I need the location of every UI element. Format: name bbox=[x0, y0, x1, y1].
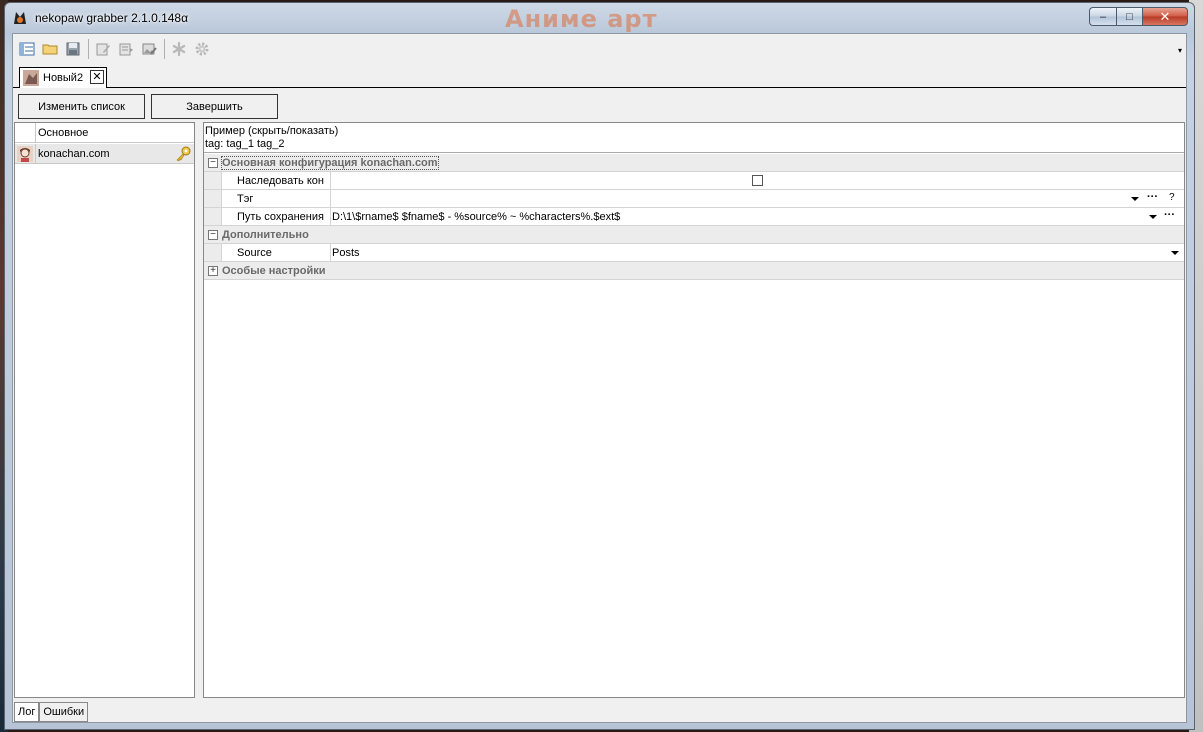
asterisk-icon bbox=[172, 41, 186, 57]
key-icon[interactable] bbox=[174, 146, 192, 162]
property-save-path[interactable]: Путь сохранения D:\1\$rname$ $fname$ - %… bbox=[204, 208, 1184, 226]
edit-list-button[interactable] bbox=[116, 39, 136, 59]
tag-input[interactable]: ··· ? bbox=[331, 190, 1184, 207]
category-special[interactable]: + Особые настройки bbox=[204, 262, 1184, 280]
category-main-config[interactable]: − Основная конфигурация konachan.com bbox=[204, 154, 1184, 172]
expand-icon[interactable]: + bbox=[208, 265, 218, 276]
image-edit-button[interactable] bbox=[139, 39, 159, 59]
edit-list-icon bbox=[119, 43, 133, 56]
save-button[interactable] bbox=[63, 39, 83, 59]
tab-label: Новый2 bbox=[43, 72, 84, 84]
toolbar: ▾ bbox=[13, 34, 1186, 64]
property-tag[interactable]: Тэг ··· ? bbox=[204, 190, 1184, 208]
save-icon bbox=[66, 42, 80, 56]
property-grid: − Основная конфигурация konachan.com Нас… bbox=[204, 154, 1184, 280]
edit-list-action-button[interactable]: Изменить список bbox=[18, 94, 145, 119]
list-item-label: konachan.com bbox=[38, 147, 110, 160]
resource-list-header[interactable]: Основное bbox=[15, 123, 194, 143]
title-watermark: Аниме арт bbox=[505, 5, 658, 33]
property-inherit[interactable]: Наследовать кон bbox=[204, 172, 1184, 190]
category-label: Особые настройки bbox=[222, 264, 326, 277]
category-extra[interactable]: − Дополнительно bbox=[204, 226, 1184, 244]
close-button[interactable]: ✕ bbox=[1142, 7, 1188, 26]
row-gutter bbox=[204, 244, 222, 261]
open-folder-icon bbox=[42, 44, 58, 55]
save-path-value: D:\1\$rname$ $fname$ - %source% ~ %chara… bbox=[332, 210, 621, 223]
edit-icon bbox=[96, 43, 110, 56]
close-icon: ✕ bbox=[1159, 8, 1171, 24]
save-path-input[interactable]: D:\1\$rname$ $fname$ - %source% ~ %chara… bbox=[331, 208, 1184, 225]
maximize-button[interactable]: □ bbox=[1116, 7, 1142, 26]
tab-novyi2[interactable]: Новый2 ✕ bbox=[19, 67, 107, 88]
row-gutter bbox=[15, 144, 36, 163]
row-gutter bbox=[204, 172, 222, 189]
window-controls: – □ ✕ bbox=[1089, 7, 1188, 26]
image-edit-icon bbox=[142, 43, 157, 55]
chevron-down-icon[interactable] bbox=[1171, 251, 1179, 255]
settings-panel: Пример (скрыть/показать) tag: tag_1 tag_… bbox=[203, 122, 1185, 698]
finish-button[interactable]: Завершить bbox=[151, 94, 278, 119]
chevron-down-icon[interactable] bbox=[1149, 215, 1157, 219]
category-label: Дополнительно bbox=[222, 228, 309, 241]
source-select[interactable]: Posts bbox=[331, 244, 1184, 261]
example-box[interactable]: Пример (скрыть/показать) tag: tag_1 tag_… bbox=[204, 123, 1184, 153]
row-gutter bbox=[15, 123, 36, 142]
example-toggle-label[interactable]: Пример (скрыть/показать) bbox=[205, 125, 1183, 138]
property-name: Source bbox=[222, 244, 331, 261]
client-area: ▾ Новый2 ✕ Изменить список Завершить Осн… bbox=[12, 33, 1187, 723]
minimize-icon: – bbox=[1099, 10, 1107, 23]
property-value[interactable] bbox=[331, 172, 1184, 189]
source-value: Posts bbox=[332, 246, 360, 259]
open-button[interactable] bbox=[40, 39, 60, 59]
property-name: Наследовать кон bbox=[222, 172, 331, 189]
property-name: Тэг bbox=[222, 190, 331, 207]
ellipsis-button[interactable]: ··· bbox=[1147, 191, 1158, 203]
help-button[interactable]: ? bbox=[1169, 192, 1175, 203]
maximize-icon: □ bbox=[1126, 10, 1133, 23]
resource-list-header-label: Основное bbox=[38, 126, 89, 139]
window-title: nekopaw grabber 2.1.0.148α bbox=[35, 11, 189, 25]
app-logo-icon bbox=[14, 12, 26, 24]
bottom-tabstrip: Лог Ошибки bbox=[14, 702, 89, 722]
resource-list: Основное konachan.com bbox=[14, 122, 195, 698]
list-thumbnail-icon bbox=[23, 70, 39, 86]
new-list-button[interactable] bbox=[17, 39, 37, 59]
gear-icon bbox=[195, 42, 209, 56]
example-text: tag: tag_1 tag_2 bbox=[205, 138, 285, 150]
toolbar-overflow-icon[interactable]: ▾ bbox=[1178, 46, 1182, 55]
list-item[interactable]: konachan.com bbox=[15, 144, 194, 164]
property-name: Путь сохранения bbox=[222, 208, 331, 225]
category-label: Основная конфигурация konachan.com bbox=[221, 155, 439, 170]
property-source[interactable]: Source Posts bbox=[204, 244, 1184, 262]
new-list-icon bbox=[19, 42, 35, 56]
toolbar-separator bbox=[164, 39, 165, 59]
edit-button[interactable] bbox=[93, 39, 113, 59]
collapse-icon[interactable]: − bbox=[208, 229, 218, 240]
chevron-down-icon[interactable] bbox=[1131, 197, 1139, 201]
site-avatar-icon bbox=[17, 145, 33, 162]
asterisk-button[interactable] bbox=[169, 39, 189, 59]
app-window: nekopaw grabber 2.1.0.148α Аниме арт – □… bbox=[4, 2, 1195, 730]
inherit-checkbox[interactable] bbox=[752, 175, 763, 186]
collapse-icon[interactable]: − bbox=[208, 157, 218, 168]
tab-log[interactable]: Лог bbox=[14, 702, 40, 722]
ellipsis-button[interactable]: ··· bbox=[1164, 209, 1175, 221]
document-tabstrip: Новый2 ✕ bbox=[13, 64, 1186, 88]
tab-errors[interactable]: Ошибки bbox=[39, 702, 89, 722]
tab-close-icon[interactable]: ✕ bbox=[90, 70, 104, 84]
row-gutter bbox=[204, 190, 222, 207]
row-gutter bbox=[204, 208, 222, 225]
minimize-button[interactable]: – bbox=[1089, 7, 1116, 26]
title-bar[interactable]: nekopaw grabber 2.1.0.148α Аниме арт – □… bbox=[5, 3, 1194, 33]
settings-button[interactable] bbox=[192, 39, 212, 59]
toolbar-separator bbox=[88, 39, 89, 59]
